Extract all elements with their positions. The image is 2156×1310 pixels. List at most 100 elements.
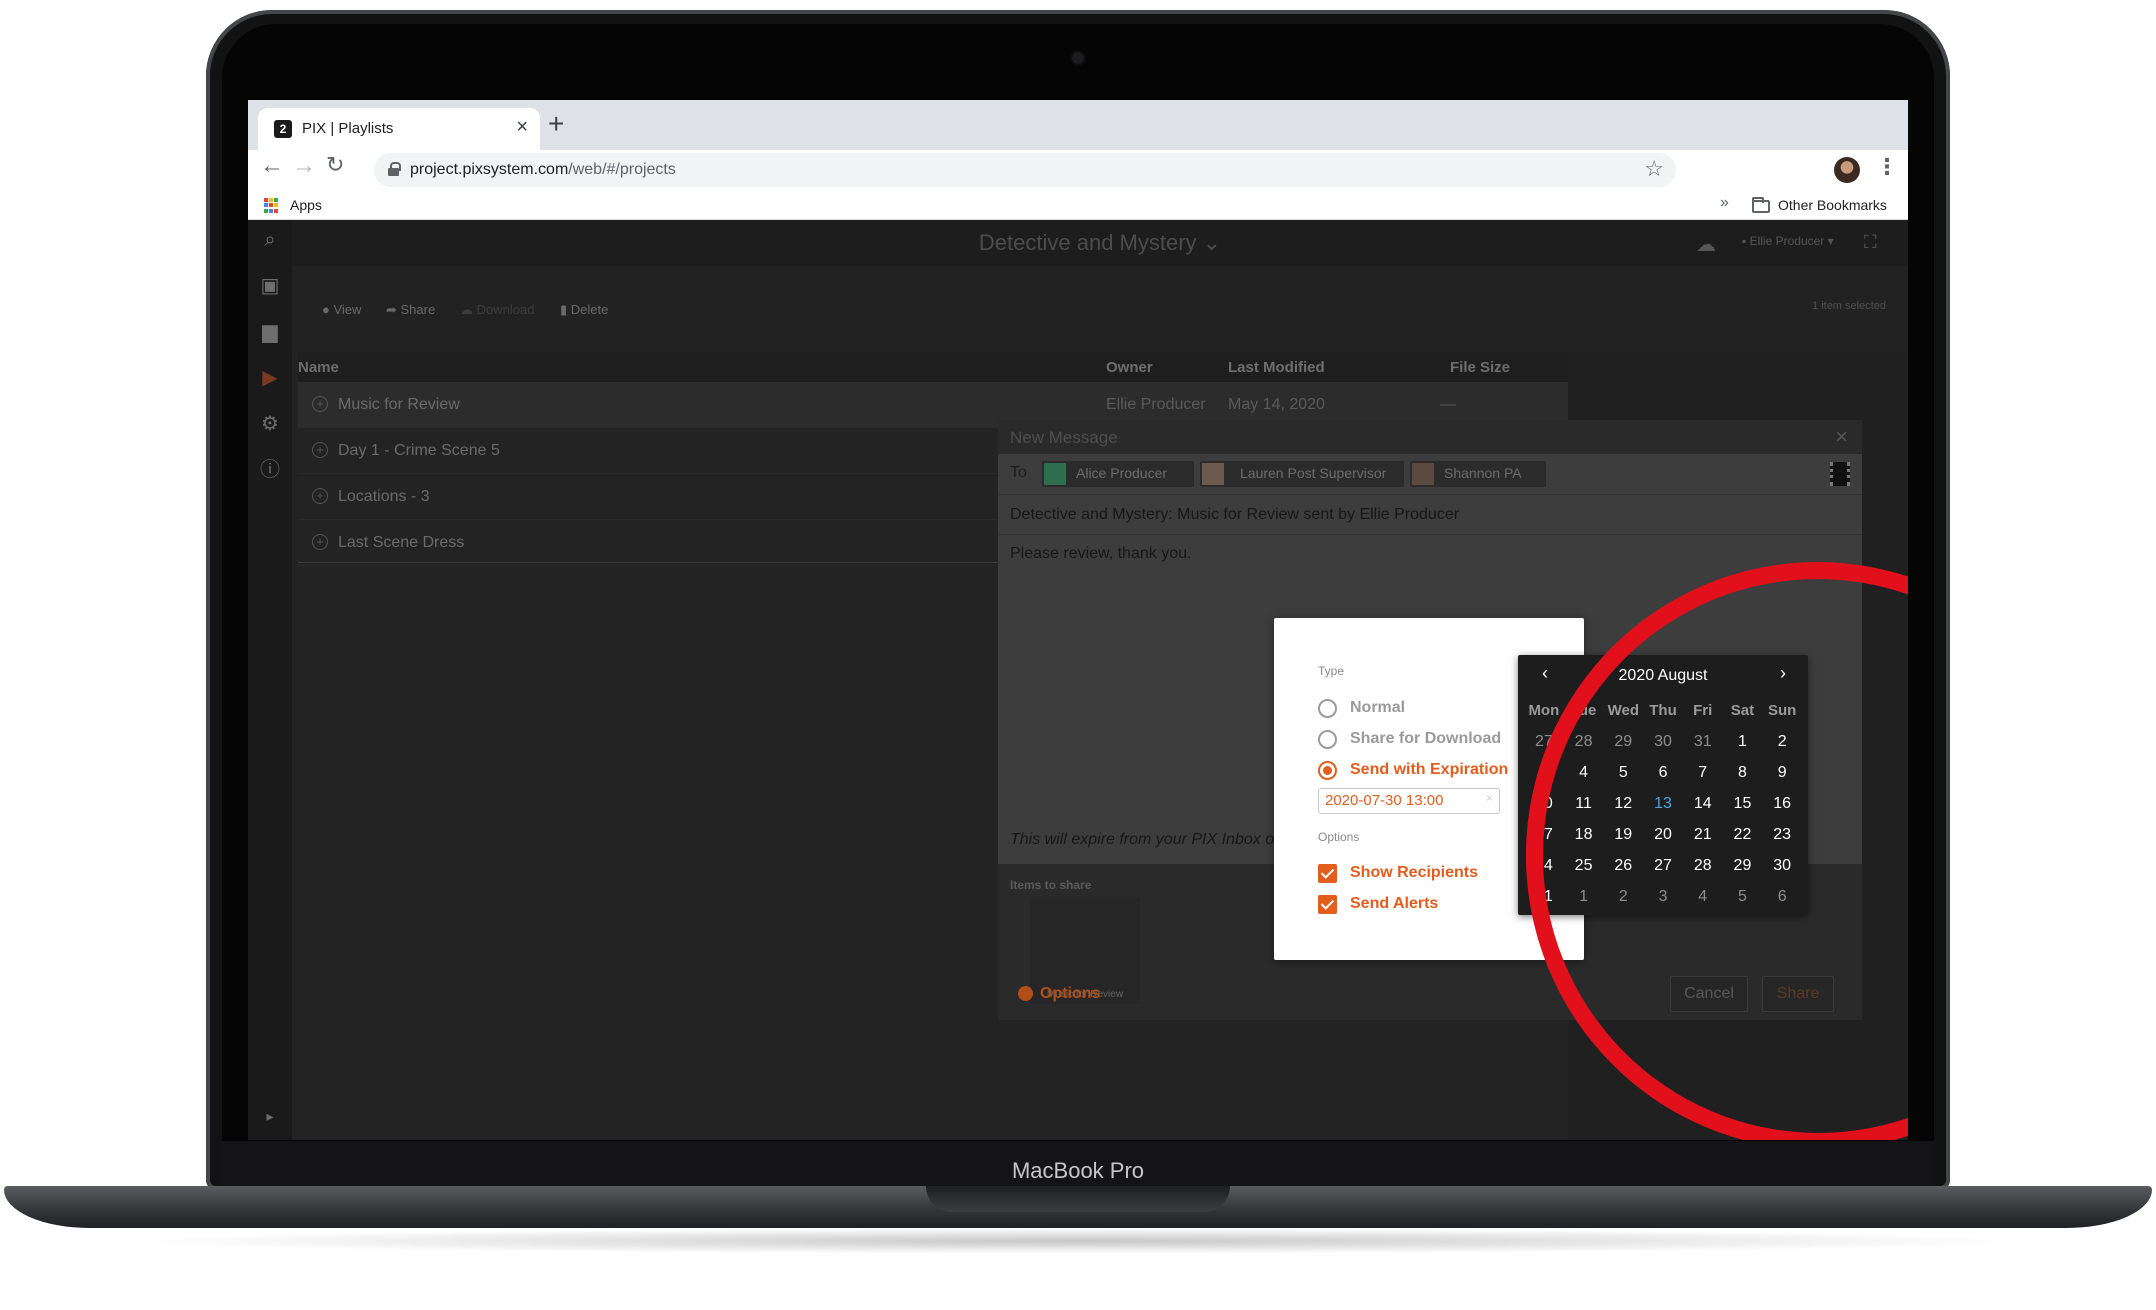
col-name[interactable]: Name: [298, 359, 339, 376]
send-alerts-checkbox[interactable]: [1318, 895, 1337, 914]
lock-icon: [388, 162, 401, 176]
user-menu[interactable]: ▪ Ellie Producer ▾: [1742, 234, 1834, 248]
camera-icon: [1072, 52, 1084, 64]
profile-avatar[interactable]: [1834, 157, 1860, 183]
recipient-name: Shannon PA: [1444, 465, 1522, 481]
laptop-brand-label: MacBook Pro: [1011, 1158, 1145, 1183]
weekday-label: Mon: [1528, 702, 1560, 719]
delete-button[interactable]: ▮ Delete: [560, 302, 608, 318]
share-action-button[interactable]: ➦ Share: [386, 302, 435, 318]
browser-tabstrip: 2 PIX | Playlists × +: [248, 100, 1908, 150]
show-recipients-checkbox[interactable]: [1318, 864, 1337, 883]
url-host: project.pixsystem.com: [410, 161, 569, 178]
dialog-header: New Message ×: [998, 420, 1862, 454]
list-divider: [298, 562, 998, 563]
apps-grid-icon[interactable]: [264, 198, 279, 213]
fullscreen-icon[interactable]: ⛶: [1864, 232, 1877, 253]
subject-field[interactable]: Detective and Mystery: Music for Review …: [998, 494, 1862, 534]
forward-arrow-icon[interactable]: →: [292, 152, 316, 180]
add-icon[interactable]: +: [312, 534, 328, 550]
add-icon[interactable]: +: [312, 488, 328, 504]
share-action-label: Share: [400, 302, 436, 317]
new-tab-icon[interactable]: +: [548, 108, 564, 140]
send-alerts-label[interactable]: Send Alerts: [1350, 895, 1438, 913]
expiration-date-value: 2020-07-30 13:00: [1325, 792, 1444, 809]
expand-icon[interactable]: ▸: [260, 1106, 280, 1126]
show-recipients-label[interactable]: Show Recipients: [1350, 864, 1478, 882]
dialog-title: New Message: [1010, 428, 1118, 447]
recipient-chip[interactable]: Lauren Post Supervisor: [1200, 461, 1404, 487]
info-icon[interactable]: ⓘ: [260, 460, 280, 480]
project-title[interactable]: Detective and Mystery ⌄: [292, 230, 1908, 256]
laptop-shadow: [120, 1228, 2036, 1254]
expiration-date-input[interactable]: 2020-07-30 13:00 ×: [1318, 788, 1500, 814]
row-owner: Ellie Producer: [1106, 396, 1206, 413]
address-bar[interactable]: project.pixsystem.com/web/#/projects ☆: [374, 153, 1676, 187]
radio-send-expiration[interactable]: [1318, 761, 1337, 780]
tab-title: PIX | Playlists: [302, 120, 394, 137]
recipients-row[interactable]: To Alice Producer Lauren Post Supervisor…: [998, 454, 1862, 494]
user-name: Ellie Producer: [1749, 234, 1825, 248]
app-topbar: Detective and Mystery ⌄ ☁ ▪ Ellie Produc…: [292, 220, 1908, 266]
col-size[interactable]: File Size: [1450, 359, 1510, 376]
row-name: Music for Review: [338, 396, 460, 413]
project-title-text: Detective and Mystery: [978, 230, 1197, 255]
subject-text: Detective and Mystery: Music for Review …: [1010, 506, 1460, 523]
download-button[interactable]: ☁ Download: [460, 302, 534, 318]
row-size: —: [1440, 396, 1456, 413]
items-label: Items to share: [1010, 878, 1092, 892]
playlists-icon[interactable]: ▶: [260, 368, 280, 388]
body-text: Please review, thank you.: [1010, 545, 1192, 562]
recipient-chip[interactable]: Shannon PA: [1410, 461, 1546, 487]
reload-icon[interactable]: ↻: [326, 152, 344, 178]
type-label: Type: [1318, 664, 1345, 678]
radio-share-download-label[interactable]: Share for Download: [1350, 730, 1501, 748]
back-arrow-icon[interactable]: ←: [260, 152, 284, 180]
view-button[interactable]: ● View: [322, 302, 361, 317]
radio-normal-label[interactable]: Normal: [1350, 699, 1405, 717]
bookmarks-bar: Apps » Other Bookmarks: [248, 190, 1908, 220]
bookmarks-overflow-icon[interactable]: »: [1720, 194, 1729, 212]
folder-nav-icon[interactable]: ▆: [260, 322, 280, 342]
to-label: To: [1010, 464, 1027, 481]
selection-count: 1 item selected: [1812, 300, 1886, 312]
row-modified: May 14, 2020: [1228, 396, 1325, 413]
radio-share-download[interactable]: [1318, 730, 1337, 749]
clear-icon[interactable]: ×: [1486, 791, 1493, 805]
add-icon[interactable]: +: [312, 442, 328, 458]
recipient-name: Alice Producer: [1076, 465, 1168, 481]
col-owner[interactable]: Owner: [1106, 359, 1153, 376]
recipient-name: Lauren Post Supervisor: [1240, 465, 1387, 481]
avatar: [1202, 463, 1224, 485]
options-section-label: Options: [1318, 830, 1360, 844]
apps-link[interactable]: Apps: [290, 197, 322, 213]
pix-favicon-icon: 2: [274, 120, 292, 138]
tab-close-icon[interactable]: ×: [516, 116, 528, 139]
browser-toolbar: ← → ↻ project.pixsystem.com/web/#/projec…: [248, 150, 1908, 190]
search-icon[interactable]: ⌕: [260, 230, 280, 250]
radio-send-expiration-label[interactable]: Send with Expiration: [1350, 761, 1508, 779]
browser-menu-icon[interactable]: ⋮: [1876, 154, 1898, 180]
expire-note: This will expire from your PIX Inbox on: [1010, 831, 1283, 848]
cloud-upload-icon[interactable]: ☁: [1696, 232, 1716, 257]
recipient-chip[interactable]: Alice Producer: [1042, 461, 1194, 487]
avatar: [1044, 463, 1066, 485]
other-bookmarks-link[interactable]: Other Bookmarks: [1778, 197, 1887, 213]
film-icon[interactable]: [1830, 462, 1850, 486]
inbox-icon[interactable]: ▣: [260, 276, 280, 296]
screen: 2 PIX | Playlists × + ← → ↻ project.pixs…: [248, 100, 1908, 1140]
radio-normal[interactable]: [1318, 699, 1337, 718]
row-name: Day 1 - Crime Scene 5: [338, 442, 500, 459]
url-path: /web/#/projects: [568, 161, 676, 178]
browser-tab[interactable]: 2 PIX | Playlists ×: [258, 108, 540, 150]
bookmark-star-icon[interactable]: ☆: [1644, 156, 1664, 182]
download-label: Download: [476, 302, 535, 317]
delete-label: Delete: [570, 302, 609, 317]
laptop-notch: [926, 1186, 1230, 1212]
close-icon[interactable]: ×: [1835, 424, 1848, 450]
url-text[interactable]: project.pixsystem.com/web/#/projects: [410, 161, 676, 179]
check-circle-icon: [1018, 986, 1033, 1001]
gear-icon[interactable]: ⚙: [260, 414, 280, 434]
col-modified[interactable]: Last Modified: [1228, 359, 1325, 376]
add-icon[interactable]: +: [312, 396, 328, 412]
